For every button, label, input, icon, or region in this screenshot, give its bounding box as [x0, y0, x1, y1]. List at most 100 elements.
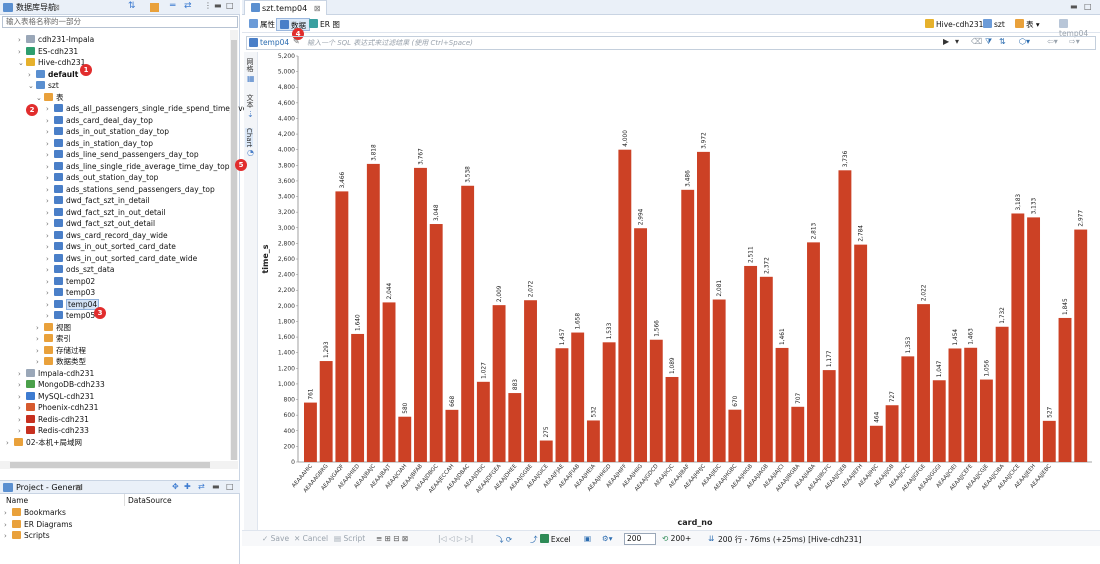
tree-item[interactable]: › 02-本机+局域网: [6, 437, 82, 448]
chevron-right-icon[interactable]: ›: [46, 254, 54, 265]
chevron-right-icon[interactable]: ›: [4, 531, 12, 542]
script-button[interactable]: ▤ Script: [334, 534, 365, 543]
save-button[interactable]: ✓ Save: [262, 534, 289, 543]
chevron-right-icon[interactable]: ›: [46, 265, 54, 276]
chevron-down-icon[interactable]: ⌄: [18, 58, 26, 69]
grid-icon[interactable]: ▦: [247, 74, 255, 83]
chevron-right-icon[interactable]: ›: [28, 70, 36, 81]
tree-item[interactable]: › MySQL-cdh231: [18, 391, 94, 402]
tree-item[interactable]: ⌄ Hive-cdh231: [18, 57, 85, 68]
minimize-icon[interactable]: ▬: [212, 482, 220, 491]
object-type-selector[interactable]: 表 ▾: [1012, 18, 1043, 31]
side-tab-chart[interactable]: Chart: [245, 128, 253, 148]
fetch-all-icon[interactable]: ⇊: [708, 534, 714, 543]
tree-item[interactable]: › default: [28, 69, 78, 80]
tree-item[interactable]: › ads_in_station_day_top: [46, 138, 153, 149]
chevron-right-icon[interactable]: ›: [46, 219, 54, 230]
close-icon[interactable]: ⊠: [75, 483, 82, 492]
chevron-right-icon[interactable]: ›: [46, 196, 54, 207]
chevron-right-icon[interactable]: ›: [18, 369, 26, 380]
tree-item[interactable]: › ads_stations_send_passengers_day_top: [46, 184, 215, 195]
maximize-icon[interactable]: □: [226, 482, 234, 491]
collapse-all-icon[interactable]: ═: [170, 1, 179, 11]
tree-item[interactable]: › Phoenix-cdh231: [18, 402, 98, 413]
chevron-right-icon[interactable]: ›: [36, 334, 44, 345]
forward-icon[interactable]: ⇨▾: [1069, 37, 1080, 46]
chevron-right-icon[interactable]: ›: [4, 520, 12, 531]
chevron-right-icon[interactable]: ›: [18, 380, 26, 391]
settings-icon[interactable]: ⚙▾: [602, 534, 613, 543]
chevron-down-icon[interactable]: ⌄: [36, 93, 44, 104]
navigator-horizontal-scrollbar[interactable]: [0, 461, 238, 469]
chevron-down-icon[interactable]: ⌄: [28, 81, 36, 92]
chevron-right-icon[interactable]: ›: [36, 323, 44, 334]
editor-tab-szt-temp04[interactable]: szt.temp04 ⊠: [244, 0, 328, 15]
tree-item[interactable]: › ads_card_deal_day_top: [46, 115, 153, 126]
chevron-right-icon[interactable]: ›: [18, 426, 26, 437]
side-tab-grid[interactable]: 网格: [245, 58, 255, 72]
tree-item[interactable]: › 视图: [36, 322, 71, 333]
tree-item[interactable]: › ads_line_send_passengers_day_top: [46, 149, 199, 160]
sync-icon[interactable]: ⇄: [198, 482, 205, 491]
tree-item[interactable]: ⌄ szt: [28, 80, 59, 91]
tree-item[interactable]: › temp04: [46, 298, 100, 311]
maximize-icon[interactable]: □: [1084, 2, 1092, 11]
filter-settings-icon[interactable]: ⧩: [985, 37, 992, 47]
chevron-right-icon[interactable]: ›: [46, 173, 54, 184]
tree-item[interactable]: › temp02: [46, 276, 95, 287]
filter-dropdown-icon[interactable]: ▾: [955, 37, 959, 46]
fetch-more-button[interactable]: ⟲ 200+: [662, 534, 691, 543]
tree-item[interactable]: › Impala-cdh231: [18, 368, 94, 379]
tree-item[interactable]: › dws_in_out_sorted_card_date_wide: [46, 253, 197, 264]
filter-sort-icon[interactable]: ⇅: [999, 37, 1006, 46]
chevron-right-icon[interactable]: ›: [46, 231, 54, 242]
add-icon[interactable]: ✚: [184, 482, 191, 491]
link-editor-icon[interactable]: ⇅: [128, 1, 137, 11]
chevron-right-icon[interactable]: ›: [36, 346, 44, 357]
schema-selector[interactable]: szt: [980, 18, 1008, 31]
chevron-right-icon[interactable]: ›: [36, 357, 44, 368]
sync-icon[interactable]: ⇄: [184, 1, 193, 11]
back-icon[interactable]: ⇦▾: [1047, 37, 1058, 46]
tab-er-diagram[interactable]: ER 图: [306, 18, 343, 31]
maximize-icon[interactable]: □: [226, 1, 235, 10]
tree-item[interactable]: › dws_card_record_day_wide: [46, 230, 168, 241]
chevron-right-icon[interactable]: ›: [46, 311, 54, 322]
project-item[interactable]: › Bookmarks: [4, 507, 66, 518]
refresh-icons[interactable]: ⤵ ⟳: [496, 534, 512, 545]
filter-history-icon[interactable]: ✎: [293, 37, 300, 46]
tree-item[interactable]: › cdh231-Impala: [18, 34, 94, 45]
tree-item[interactable]: › ads_out_station_day_top: [46, 172, 158, 183]
panels-icon[interactable]: ⬡▾: [1019, 37, 1030, 46]
text-icon[interactable]: ⇣: [247, 110, 254, 119]
tree-item[interactable]: › ads_all_passengers_single_ride_spend_ti…: [46, 103, 255, 114]
chevron-right-icon[interactable]: ›: [46, 150, 54, 161]
tree-item[interactable]: › MongoDB-cdh233: [18, 379, 105, 390]
chevron-right-icon[interactable]: ›: [6, 438, 14, 449]
tab-properties[interactable]: 属性: [246, 18, 278, 31]
chevron-right-icon[interactable]: ›: [18, 35, 26, 46]
navigator-vertical-scrollbar[interactable]: [230, 30, 238, 460]
close-icon[interactable]: ⊠: [314, 4, 321, 13]
configure-icon[interactable]: ✥: [172, 482, 179, 491]
view-menu-icon[interactable]: ⋮: [204, 1, 213, 10]
project-item[interactable]: › ER Diagrams: [4, 519, 72, 530]
chevron-right-icon[interactable]: ›: [18, 403, 26, 414]
new-folder-icon[interactable]: [150, 3, 159, 12]
chevron-right-icon[interactable]: ›: [18, 392, 26, 403]
close-icon[interactable]: ⊠: [53, 3, 60, 12]
chevron-right-icon[interactable]: ›: [18, 47, 26, 58]
table-filter-input[interactable]: 输入表格名称的一部分: [2, 16, 238, 28]
chevron-right-icon[interactable]: ›: [46, 104, 54, 115]
chevron-right-icon[interactable]: ›: [46, 208, 54, 219]
tree-item[interactable]: › ES-cdh231: [18, 46, 78, 57]
navigation-icons[interactable]: |◁ ◁ ▷ ▷|: [438, 534, 473, 543]
tree-item[interactable]: ⌄ 表: [36, 92, 64, 103]
tree-item[interactable]: › Redis-cdh233: [18, 425, 89, 436]
tree-item[interactable]: › 数据类型: [36, 356, 86, 367]
chevron-right-icon[interactable]: ›: [46, 300, 54, 311]
chevron-right-icon[interactable]: ›: [18, 415, 26, 426]
minimize-icon[interactable]: ▬: [1070, 2, 1078, 11]
tree-item[interactable]: › 存储过程: [36, 345, 86, 356]
tree-item[interactable]: › dws_in_out_sorted_card_date: [46, 241, 176, 252]
